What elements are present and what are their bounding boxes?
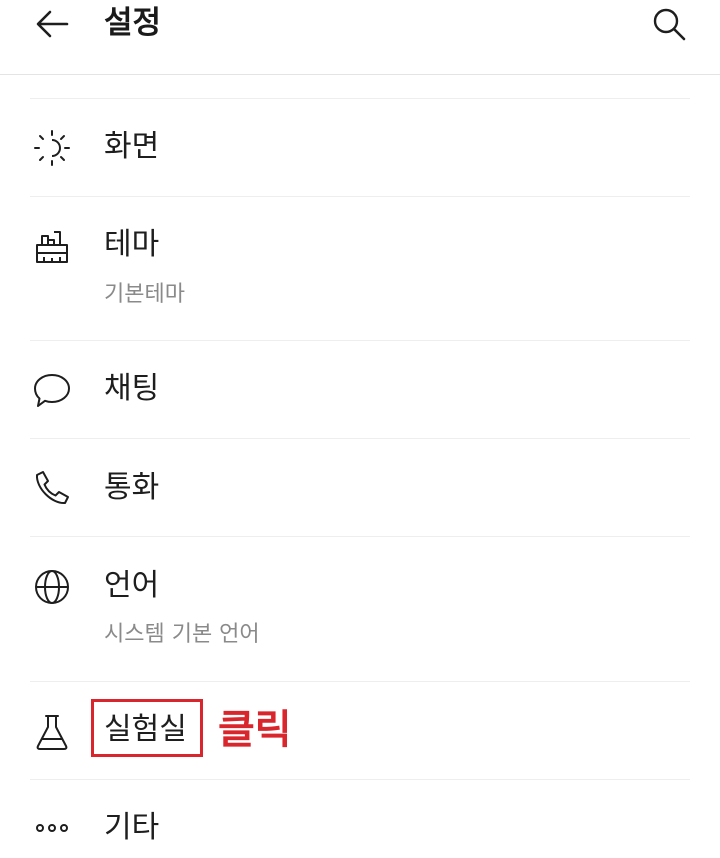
search-icon <box>653 8 686 41</box>
settings-item-chat[interactable]: 채팅 <box>0 341 720 438</box>
click-annotation: 클릭 <box>218 707 292 753</box>
chat-bubble-icon <box>34 374 70 407</box>
settings-item-label: 통화 <box>104 470 160 505</box>
settings-item-label: 기타 <box>104 810 160 845</box>
settings-item-etc[interactable]: 기타 <box>0 780 720 858</box>
search-button[interactable] <box>644 2 694 46</box>
settings-item-language[interactable]: 언어 시스템 기본 언어 <box>0 537 720 681</box>
back-button[interactable] <box>30 4 74 44</box>
arrow-left-icon <box>36 10 69 38</box>
phone-icon <box>35 471 69 505</box>
settings-item-label: 실험실 <box>104 712 187 747</box>
settings-item-call[interactable]: 통화 <box>0 439 720 536</box>
top-app-bar: 설정 <box>0 0 720 75</box>
brightness-icon <box>34 130 70 166</box>
globe-icon <box>35 570 69 604</box>
divider <box>30 98 690 99</box>
settings-item-subtitle: 기본테마 <box>104 282 185 307</box>
settings-item-label: 화면 <box>104 129 160 164</box>
settings-item-lab[interactable]: 실험실 <box>0 682 720 779</box>
flask-icon <box>36 715 68 750</box>
paintbrush-icon <box>36 231 68 263</box>
settings-item-display[interactable]: 화면 <box>0 100 720 196</box>
settings-item-subtitle: 시스템 기본 언어 <box>104 622 260 647</box>
settings-item-theme[interactable]: 테마 기본테마 <box>0 197 720 340</box>
settings-item-label: 테마 <box>104 227 160 262</box>
more-dots-icon <box>36 824 68 832</box>
settings-item-label: 언어 <box>104 568 160 603</box>
page-title: 설정 <box>104 5 162 41</box>
settings-item-label: 채팅 <box>104 371 160 406</box>
